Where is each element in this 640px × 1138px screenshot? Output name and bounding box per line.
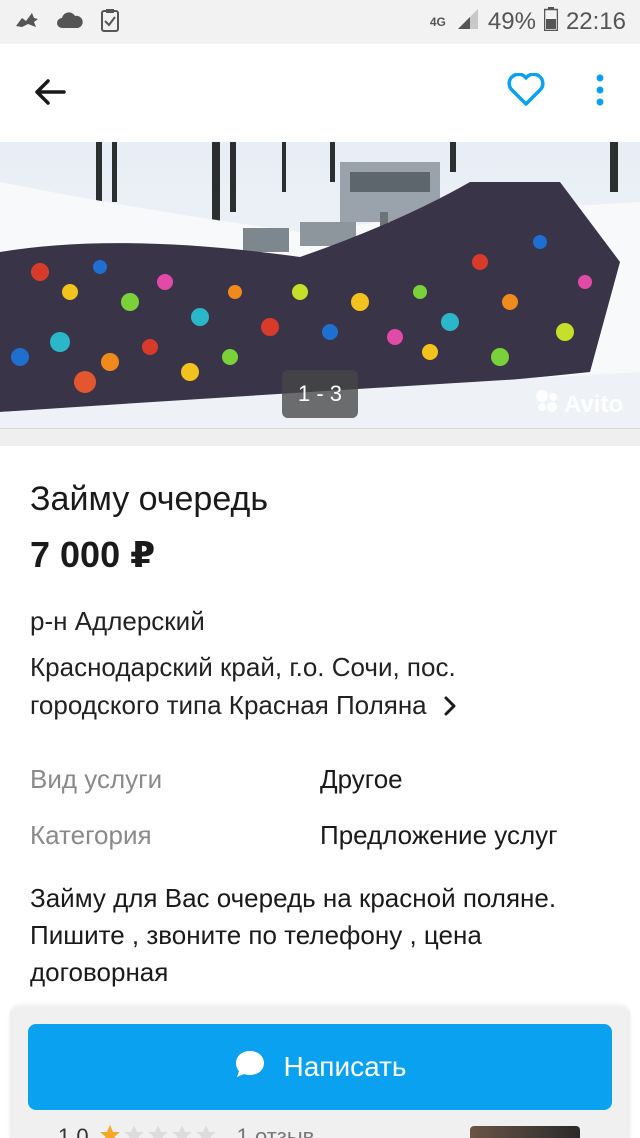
avito-logo-icon	[534, 388, 560, 421]
chat-bubble-icon	[234, 1049, 266, 1086]
listing-description: Займу для Вас очередь на красной поляне.…	[30, 883, 557, 987]
arrow-left-icon	[34, 78, 66, 111]
app-bar	[0, 44, 640, 142]
param-value-category: Предложение услуг	[320, 820, 558, 850]
network-type: 4G	[429, 14, 446, 29]
listing-address[interactable]: Краснодарский край, г.о. Сочи, пос. горо…	[30, 648, 590, 726]
listing-price: 7 000 ₽	[30, 534, 156, 575]
rating-stars	[99, 1124, 217, 1138]
seller-rating-row[interactable]: 1,0 1 отзыв	[58, 1124, 314, 1138]
battery-percent: 49%	[487, 8, 536, 35]
address-text: Краснодарский край, г.о. Сочи, пос. горо…	[30, 652, 456, 720]
bird-icon	[14, 10, 40, 35]
seller-rating: 1,0	[58, 1124, 89, 1138]
status-bar: 4G 49% 22:16	[0, 0, 640, 44]
write-message-button[interactable]: Написать	[28, 1024, 612, 1110]
favorite-button[interactable]	[504, 70, 548, 114]
watermark-text: Avito	[564, 390, 624, 418]
star-empty-icon	[147, 1125, 168, 1138]
seller-avatar[interactable]	[470, 1126, 580, 1138]
clock: 22:16	[565, 8, 626, 35]
signal-icon	[456, 7, 480, 38]
divider	[0, 428, 640, 446]
cloud-icon	[56, 11, 84, 34]
star-empty-icon	[171, 1125, 192, 1138]
param-value-service-type: Другое	[320, 764, 403, 794]
listing-district: р-н Адлерский	[30, 606, 205, 636]
battery-icon	[543, 6, 559, 38]
reviews-count: 1 отзыв	[236, 1124, 315, 1138]
star-empty-icon	[123, 1125, 144, 1138]
write-message-label: Написать	[283, 1051, 407, 1082]
param-label-category: Категория	[30, 820, 152, 850]
clipboard-check-icon	[100, 8, 120, 37]
heart-icon	[507, 72, 545, 112]
back-button[interactable]	[28, 72, 72, 116]
more-options-button[interactable]	[580, 70, 620, 114]
star-filled-icon	[99, 1125, 120, 1138]
photo-counter: 1 - 3	[282, 370, 358, 418]
star-empty-icon	[195, 1125, 216, 1138]
param-label-service-type: Вид услуги	[30, 764, 163, 794]
more-vertical-icon	[595, 74, 605, 111]
watermark: Avito	[534, 388, 623, 421]
listing-title: Займу очередь	[30, 480, 269, 518]
chevron-right-icon	[444, 688, 456, 726]
